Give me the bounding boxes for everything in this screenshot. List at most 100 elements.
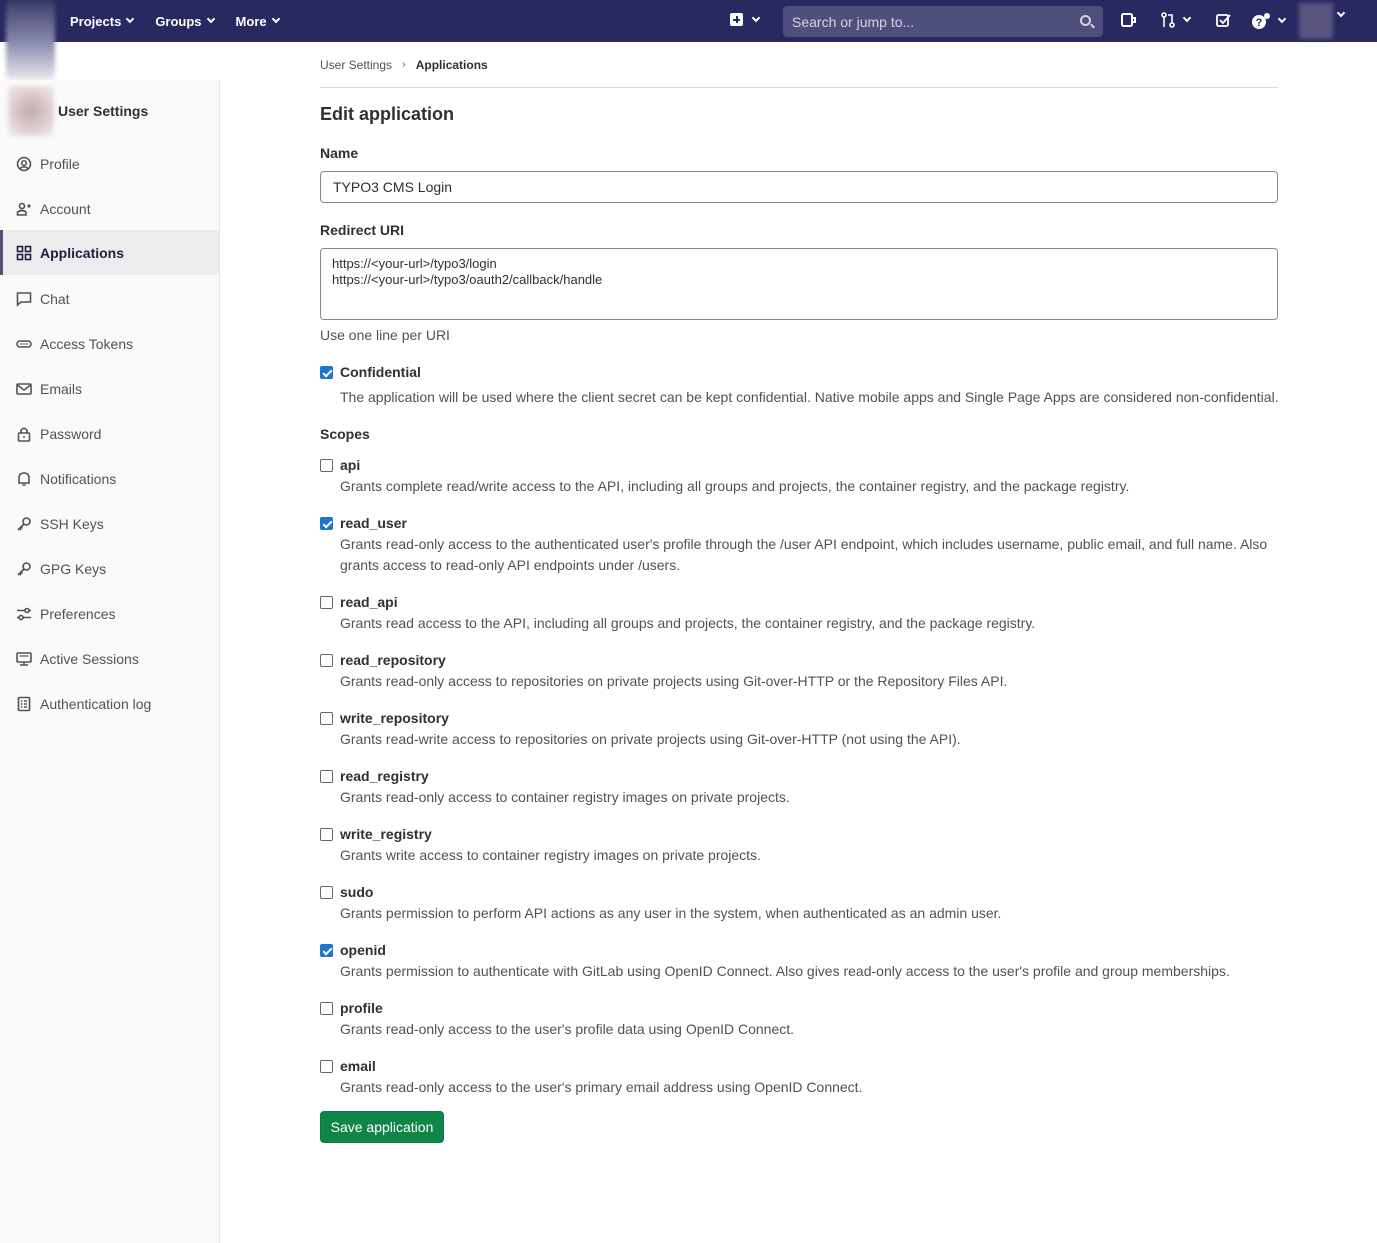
sidebar-item-label: Emails [40,380,83,397]
scope-label[interactable]: write_repository [340,710,449,726]
scope-description: Grants read-only access to the authentic… [340,536,1268,573]
sidebar-avatar [8,86,54,136]
help-icon: ? [1252,13,1270,29]
sidebar-item-preferences[interactable]: Preferences [0,591,219,636]
issues-button[interactable] [1120,12,1136,28]
scope-description: Grants write access to container registr… [340,847,761,863]
scope-label[interactable]: openid [340,942,386,958]
log-icon [17,696,31,712]
user-menu-toggle[interactable] [1336,8,1346,18]
gitlab-logo[interactable] [6,0,55,80]
monitor-icon [16,652,32,666]
redirect-uri-textarea[interactable]: https://<your-url>/typo3/login https://<… [320,248,1278,320]
scope-checkbox-read-api[interactable] [320,596,333,609]
sidebar-item-active-sessions[interactable]: Active Sessions [0,636,219,681]
todos-button[interactable] [1215,12,1231,28]
scope-checkbox-api[interactable] [320,459,333,472]
sidebar-header[interactable]: User Settings [0,80,219,136]
scope-checkbox-openid[interactable] [320,944,333,957]
user-avatar[interactable] [1299,3,1333,39]
chevron-down-icon [126,14,135,24]
sidebar-item-label: Password [40,425,102,442]
search-box[interactable] [783,6,1103,37]
plus-square-icon [730,13,743,26]
issues-icon [1121,13,1136,27]
sidebar-item-chat[interactable]: Chat [0,276,219,321]
scopes-label: Scopes [320,426,370,442]
profile-icon [16,156,32,172]
confidential-checkbox[interactable] [320,366,333,379]
sidebar-item-applications[interactable]: Applications [0,230,219,275]
page-title: Edit application [320,104,455,124]
scope-checkbox-email[interactable] [320,1060,333,1073]
sidebar-item-authentication-log[interactable]: Authentication log [0,681,219,726]
scope-label[interactable]: read_repository [340,652,446,668]
chevron-down-icon [751,13,761,22]
sidebar-item-label: Profile [40,155,80,172]
scope-description: Grants complete read/write access to the… [340,478,1130,494]
sidebar-item-emails[interactable]: Emails [0,366,219,411]
help-button[interactable]: ? [1251,12,1287,30]
scope-checkbox-profile[interactable] [320,1002,333,1015]
scope-label[interactable]: profile [340,1000,383,1016]
confidential-label[interactable]: Confidential [340,364,421,380]
chevron-down-icon [1182,13,1192,23]
chevron-down-icon [1336,8,1346,18]
chevron-down-icon [271,14,280,24]
account-icon [16,202,31,216]
nav-projects-label: Projects [70,13,122,29]
scope-checkbox-read-user[interactable] [320,517,333,530]
scope-label[interactable]: email [340,1058,376,1074]
merge-requests-button[interactable] [1160,12,1192,28]
sidebar-item-profile[interactable]: Profile [0,141,219,186]
nav-more[interactable]: More [236,14,280,29]
chevron-right-icon: › [402,59,406,71]
sidebar-item-access-tokens[interactable]: Access Tokens [0,321,219,366]
scope-description: Grants permission to perform API actions… [340,905,1002,921]
scope-description: Grants read-only access to the user's pr… [340,1079,863,1095]
scope-label[interactable]: read_api [340,594,398,610]
breadcrumb-parent[interactable]: User Settings [320,58,392,72]
scope-description: Grants read-only access to repositories … [340,673,1008,689]
top-navbar: Projects Groups More ? [0,0,1377,42]
sidebar-item-password[interactable]: Password [0,411,219,456]
scope-checkbox-write-repository[interactable] [320,712,333,725]
scope-label[interactable]: sudo [340,884,373,900]
merge-request-icon [1161,12,1175,28]
sidebar-item-account[interactable]: Account [0,186,219,231]
redirect-uri-label: Redirect URI [320,222,405,238]
chevron-down-icon [206,14,215,24]
scope-label[interactable]: read_user [340,515,407,531]
chevron-down-icon [1277,14,1287,24]
scope-label[interactable]: api [340,457,360,473]
scope-checkbox-sudo[interactable] [320,886,333,899]
search-icon [1080,15,1091,26]
scope-checkbox-write-registry[interactable] [320,828,333,841]
scope-label[interactable]: write_registry [340,826,432,842]
applications-icon [16,245,32,261]
todo-icon [1216,14,1231,27]
save-application-button[interactable]: Save application [320,1111,444,1143]
nav-groups[interactable]: Groups [155,14,215,29]
breadcrumb-current[interactable]: Applications [416,58,488,72]
scope-label[interactable]: read_registry [340,768,429,784]
preferences-icon [17,607,31,621]
sidebar-item-gpg-keys[interactable]: GPG Keys [0,546,219,591]
sidebar-item-notifications[interactable]: Notifications [0,456,219,501]
scope-checkbox-read-repository[interactable] [320,654,333,667]
name-input[interactable] [320,171,1278,203]
search-input[interactable] [792,13,1062,30]
confidential-help: The application will be used where the c… [340,389,1279,405]
sidebar-item-label: Authentication log [40,695,152,712]
sidebar-item-label: Notifications [40,470,117,487]
token-icon [16,340,32,348]
new-dropdown-button[interactable] [730,13,761,26]
breadcrumb: User Settings › Applications [320,58,488,72]
mail-icon [16,383,32,395]
sidebar-item-ssh-keys[interactable]: SSH Keys [0,501,219,546]
sidebar-item-label: Active Sessions [40,650,139,667]
sidebar-item-label: Preferences [40,605,116,622]
sidebar: User Settings Profile Account Applicatio… [0,80,220,1243]
nav-projects[interactable]: Projects [70,13,135,29]
scope-checkbox-read-registry[interactable] [320,770,333,783]
